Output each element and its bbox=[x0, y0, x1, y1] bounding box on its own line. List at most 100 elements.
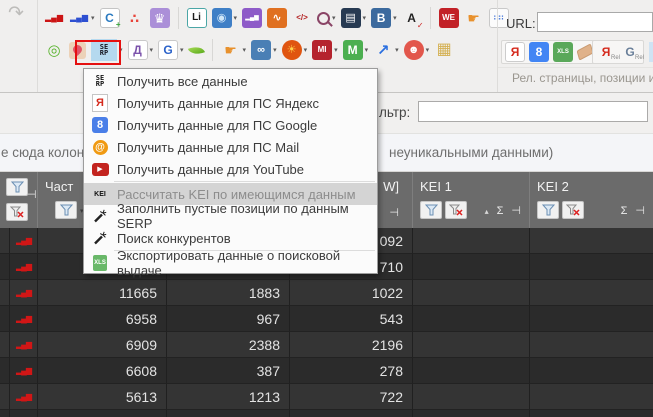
dropdown-arrow-icon[interactable]: ▾ bbox=[234, 14, 238, 22]
col4-cell: 1883 bbox=[167, 280, 290, 306]
clear-filter-icon[interactable] bbox=[6, 203, 28, 221]
search-icon[interactable]: ▾ bbox=[317, 11, 336, 25]
m-green-icon[interactable]: M ▾ bbox=[342, 40, 369, 60]
crown-icon[interactable]: ♛ bbox=[149, 8, 170, 28]
orange-chart-icon[interactable]: ∿ bbox=[267, 8, 288, 28]
dropdown-arrow-icon[interactable]: ▾ bbox=[363, 14, 367, 22]
header-cell-kei2[interactable]: KEI 2 Σ ⊣ bbox=[530, 172, 653, 228]
mi-icon[interactable]: MI ▾ bbox=[312, 40, 338, 60]
menu-item-9[interactable]: XLS Экспортировать данные о поисковой выд… bbox=[84, 248, 377, 278]
table-row[interactable]: ▂▄▆ 6909 2388 2196 bbox=[0, 332, 653, 358]
redo-icon[interactable]: ↷ bbox=[8, 2, 24, 25]
pin-icon[interactable]: ⊣ bbox=[635, 206, 645, 217]
filter-icon[interactable] bbox=[55, 201, 77, 219]
filter-icon[interactable] bbox=[420, 201, 442, 219]
vk-icon[interactable]: B ▾ bbox=[371, 8, 397, 28]
package-icon[interactable]: ▦ bbox=[434, 40, 454, 60]
blue-bars-icon[interactable]: ▂▄▆ ▾ bbox=[69, 8, 95, 28]
dropdown-arrow-icon[interactable]: ▾ bbox=[332, 14, 336, 22]
chart-frame-icon[interactable]: ▤ ▾ bbox=[340, 8, 367, 28]
menu-item-label: Получить данные для ПС Яндекс bbox=[117, 95, 319, 111]
webeffector-icon[interactable]: WE bbox=[438, 8, 459, 28]
dropdown-arrow-icon[interactable]: ▾ bbox=[243, 46, 247, 54]
spellcheck-icon[interactable]: A ✓ bbox=[402, 8, 423, 30]
dropdown-arrow-icon[interactable]: ▾ bbox=[91, 14, 95, 22]
column-title: Част bbox=[45, 179, 74, 194]
row-state-cell bbox=[0, 384, 10, 410]
google-icon[interactable]: 8 bbox=[529, 42, 549, 62]
table-row[interactable]: ▂▄▆ 11665 1883 1022 bbox=[0, 280, 653, 306]
dropdown-arrow-icon[interactable]: ▾ bbox=[273, 46, 277, 54]
pin-icon[interactable]: ⊣ bbox=[511, 206, 521, 217]
dropdown-arrow-icon[interactable]: ▾ bbox=[150, 46, 154, 54]
yandex-icon[interactable]: Я bbox=[505, 42, 525, 62]
hand2-icon[interactable]: ☛ ▾ bbox=[221, 40, 247, 60]
color-dots-icon: ∴ bbox=[129, 10, 140, 26]
filter-input[interactable] bbox=[418, 101, 648, 122]
eraser-icon bbox=[576, 43, 594, 61]
table-row[interactable]: ▂▄▆ 5613 1213 722 bbox=[0, 384, 653, 410]
color-dots-icon[interactable]: ∴ bbox=[125, 8, 145, 28]
up-arrow-icon[interactable]: ↗ ▾ bbox=[373, 40, 399, 60]
red-bars-icon: ▂▄▆ bbox=[16, 287, 32, 297]
sum-icon[interactable]: Σ bbox=[621, 206, 628, 217]
green-ring-icon[interactable]: ◎ bbox=[44, 40, 64, 60]
wand-icon bbox=[91, 207, 109, 225]
dropdown-arrow-icon[interactable]: ▾ bbox=[395, 46, 399, 54]
filter-icon[interactable] bbox=[6, 178, 28, 196]
spy-icon[interactable]: ∞ ▾ bbox=[251, 40, 277, 60]
frequency-cell: 4917 bbox=[38, 410, 167, 417]
chart-icon: ▂▄▆ bbox=[10, 306, 38, 332]
clear-filter-icon[interactable] bbox=[562, 201, 584, 219]
dropdown-arrow-icon[interactable]: ▾ bbox=[426, 46, 430, 54]
pin-icon[interactable]: ⊣ bbox=[389, 208, 399, 219]
table-row[interactable]: ▂▄▆ 6608 387 278 bbox=[0, 358, 653, 384]
group-panel-text-right: неуникальными данными) bbox=[389, 145, 554, 160]
url-input[interactable] bbox=[537, 12, 653, 32]
menu-item-4[interactable]: @ Получить данные для ПС Mail bbox=[84, 136, 377, 158]
direct-icon[interactable]: Д ▾ bbox=[127, 40, 154, 60]
pin-icon[interactable]: ⊣ bbox=[27, 190, 37, 201]
red-bars-icon[interactable]: ▂▄▆ bbox=[44, 8, 64, 28]
menu-item-7[interactable]: Заполнить пустые позиции по данным SERP bbox=[84, 201, 377, 231]
person-icon[interactable]: ☻ ▾ bbox=[403, 40, 430, 60]
dropdown-arrow-icon[interactable]: ▾ bbox=[304, 46, 308, 54]
adwords-icon[interactable]: G ▾ bbox=[158, 40, 184, 60]
row-state-cell bbox=[0, 280, 10, 306]
column-title: KEI 1 bbox=[420, 179, 452, 194]
collect-c-icon[interactable]: C + bbox=[99, 8, 121, 29]
metrika-icon[interactable]: ◉ ▾ bbox=[211, 8, 238, 28]
filter-icon[interactable] bbox=[537, 201, 559, 219]
purple-chart-icon[interactable]: ▂▄▆ bbox=[242, 8, 263, 28]
package-icon: ▦ bbox=[436, 41, 452, 58]
sum-icon[interactable]: Σ bbox=[497, 206, 504, 217]
ribbon-group-label: Рел. страницы, позиции и а bbox=[512, 71, 653, 85]
header-cell-state[interactable]: ⊣ bbox=[0, 172, 38, 228]
eraser-icon[interactable] bbox=[576, 43, 594, 61]
sort-asc-icon[interactable]: ▴ bbox=[485, 207, 489, 216]
row-state-cell bbox=[0, 358, 10, 384]
menu-item-1[interactable]: SE RP Получить все данные bbox=[84, 70, 377, 92]
menu-item-2[interactable]: Я Получить данные для ПС Яндекс bbox=[84, 92, 377, 114]
header-cell-kei1[interactable]: KEI 1 ▴ Σ ⊣ bbox=[413, 172, 530, 228]
table-row[interactable]: ▂▄▆4917745440 bbox=[0, 410, 653, 417]
fireball-icon[interactable]: ☀ ▾ bbox=[281, 40, 308, 60]
liveinternet-icon[interactable]: Li bbox=[186, 8, 207, 28]
menu-item-5[interactable]: ▶ Получить данные для YouTube bbox=[84, 158, 377, 180]
xls-icon[interactable]: XLS bbox=[553, 42, 573, 62]
dropdown-arrow-icon[interactable]: ▾ bbox=[180, 46, 184, 54]
clipped-icon[interactable] bbox=[649, 42, 653, 62]
clear-filter-icon[interactable] bbox=[445, 201, 467, 219]
dropdown-arrow-icon[interactable]: ▾ bbox=[334, 46, 338, 54]
col4-cell: 745 bbox=[167, 410, 290, 417]
menu-item-3[interactable]: 8 Получить данные для ПС Google bbox=[84, 114, 377, 136]
dropdown-arrow-icon[interactable]: ▾ bbox=[393, 14, 397, 22]
table-row[interactable]: ▂▄▆ 6958 967 543 bbox=[0, 306, 653, 332]
collect-c-icon: C + bbox=[99, 8, 121, 29]
hand-icon[interactable]: ☛ bbox=[464, 8, 484, 28]
google-rel-icon[interactable]: G Rel bbox=[620, 42, 644, 62]
dropdown-arrow-icon[interactable]: ▾ bbox=[365, 46, 369, 54]
yandex-rel-icon[interactable]: Я Rel bbox=[596, 42, 620, 62]
tools-icon[interactable]: </> bbox=[292, 8, 312, 28]
leaf-icon[interactable] bbox=[187, 43, 205, 57]
